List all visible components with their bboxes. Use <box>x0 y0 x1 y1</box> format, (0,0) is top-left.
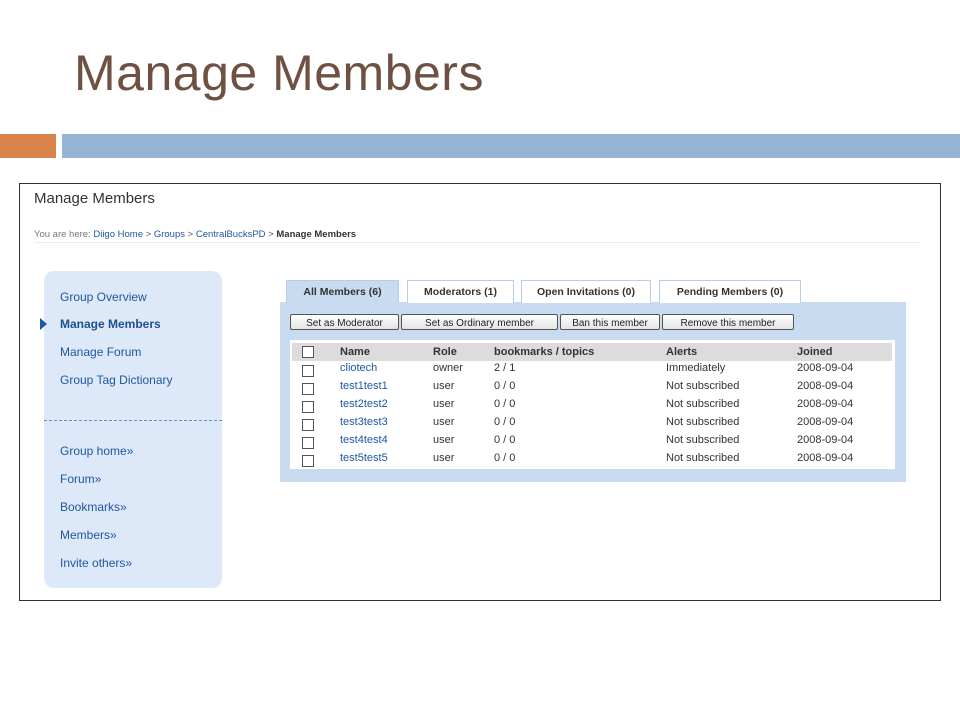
member-joined: 2008-09-04 <box>797 452 854 464</box>
member-name-link[interactable]: test3test3 <box>340 416 388 428</box>
member-bookmarks: 2 / 1 <box>494 362 516 374</box>
member-alerts: Not subscribed <box>666 380 740 392</box>
member-name-link[interactable]: test4test4 <box>340 434 388 446</box>
remove-member-button[interactable]: Remove this member <box>662 314 794 330</box>
tab-open-invitations[interactable]: Open Invitations (0) <box>521 280 651 303</box>
member-joined: 2008-09-04 <box>797 362 854 374</box>
breadcrumb-prefix: You are here: <box>34 229 91 240</box>
breadcrumb-divider <box>34 242 919 243</box>
table-row: test4test4 user 0 / 0 Not subscribed 200… <box>290 434 895 452</box>
sidebar-divider <box>44 420 222 421</box>
column-name: Name <box>340 346 370 358</box>
member-alerts: Immediately <box>666 362 726 374</box>
set-ordinary-button[interactable]: Set as Ordinary member <box>401 314 558 330</box>
sidebar-item-manage-forum[interactable]: Manage Forum <box>60 345 141 359</box>
member-role: user <box>433 398 455 410</box>
sidebar-item-group-tag-dictionary[interactable]: Group Tag Dictionary <box>60 373 173 387</box>
member-role: user <box>433 434 455 446</box>
row-checkbox[interactable] <box>302 383 314 395</box>
tab-pending-members[interactable]: Pending Members (0) <box>659 280 801 303</box>
member-name-link[interactable]: test5test5 <box>340 452 388 464</box>
sidebar-item-label: Manage Members <box>60 317 161 331</box>
members-table: Name Role bookmarks / topics Alerts Join… <box>290 340 895 469</box>
set-moderator-button[interactable]: Set as Moderator <box>290 314 399 330</box>
sidebar: Group Overview Manage Members Manage For… <box>40 271 222 588</box>
column-bookmarks-topics: bookmarks / topics <box>494 346 595 358</box>
breadcrumb-diigo-home[interactable]: Diigo Home <box>93 229 143 240</box>
column-joined: Joined <box>797 346 833 358</box>
page-heading: Manage Members <box>34 190 155 207</box>
row-checkbox[interactable] <box>302 365 314 377</box>
member-joined: 2008-09-04 <box>797 416 854 428</box>
member-alerts: Not subscribed <box>666 416 740 428</box>
member-bookmarks: 0 / 0 <box>494 416 516 428</box>
table-row: test5test5 user 0 / 0 Not subscribed 200… <box>290 452 895 470</box>
breadcrumb-group[interactable]: CentralBucksPD <box>196 229 266 240</box>
member-bookmarks: 0 / 0 <box>494 434 516 446</box>
caret-right-icon <box>40 318 47 330</box>
table-row: test2test2 user 0 / 0 Not subscribed 200… <box>290 398 895 416</box>
row-checkbox[interactable] <box>302 437 314 449</box>
member-role: owner <box>433 362 463 374</box>
breadcrumb-separator: > <box>187 229 194 240</box>
member-bookmarks: 0 / 0 <box>494 380 516 392</box>
sidebar-item-manage-members[interactable]: Manage Members <box>40 317 161 331</box>
member-role: user <box>433 380 455 392</box>
accent-bar-orange <box>0 134 56 158</box>
member-alerts: Not subscribed <box>666 452 740 464</box>
sidebar-link-members[interactable]: Members» <box>60 528 117 542</box>
row-checkbox[interactable] <box>302 419 314 431</box>
table-header: Name Role bookmarks / topics Alerts Join… <box>292 343 892 361</box>
member-name-link[interactable]: test1test1 <box>340 380 388 392</box>
sidebar-link-forum[interactable]: Forum» <box>60 472 101 486</box>
ban-member-button[interactable]: Ban this member <box>560 314 660 330</box>
select-all-checkbox[interactable] <box>302 346 314 358</box>
breadcrumb-groups[interactable]: Groups <box>154 229 185 240</box>
breadcrumb-separator: > <box>145 229 152 240</box>
member-joined: 2008-09-04 <box>797 380 854 392</box>
row-checkbox[interactable] <box>302 455 314 467</box>
table-row: cliotech owner 2 / 1 Immediately 2008-09… <box>290 362 895 380</box>
sidebar-link-invite-others[interactable]: Invite others» <box>60 556 132 570</box>
member-joined: 2008-09-04 <box>797 434 854 446</box>
accent-bar-blue <box>62 134 960 158</box>
member-name-link[interactable]: test2test2 <box>340 398 388 410</box>
member-role: user <box>433 416 455 428</box>
member-alerts: Not subscribed <box>666 434 740 446</box>
table-row: test3test3 user 0 / 0 Not subscribed 200… <box>290 416 895 434</box>
screenshot-frame: Manage Members You are here: Diigo Home … <box>19 183 941 601</box>
sidebar-link-group-home[interactable]: Group home» <box>60 444 133 458</box>
breadcrumb: You are here: Diigo Home > Groups > Cent… <box>34 229 356 240</box>
breadcrumb-current: Manage Members <box>276 229 357 240</box>
column-role: Role <box>433 346 457 358</box>
sidebar-item-group-overview[interactable]: Group Overview <box>60 290 147 304</box>
slide-title: Manage Members <box>74 45 484 101</box>
tab-moderators[interactable]: Moderators (1) <box>407 280 514 303</box>
member-name-link[interactable]: cliotech <box>340 362 377 374</box>
tab-all-members[interactable]: All Members (6) <box>286 280 399 303</box>
column-alerts: Alerts <box>666 346 698 358</box>
sidebar-link-bookmarks[interactable]: Bookmarks» <box>60 500 127 514</box>
member-joined: 2008-09-04 <box>797 398 854 410</box>
breadcrumb-separator: > <box>268 229 274 240</box>
member-bookmarks: 0 / 0 <box>494 452 516 464</box>
member-role: user <box>433 452 455 464</box>
member-alerts: Not subscribed <box>666 398 740 410</box>
table-row: test1test1 user 0 / 0 Not subscribed 200… <box>290 380 895 398</box>
member-bookmarks: 0 / 0 <box>494 398 516 410</box>
row-checkbox[interactable] <box>302 401 314 413</box>
